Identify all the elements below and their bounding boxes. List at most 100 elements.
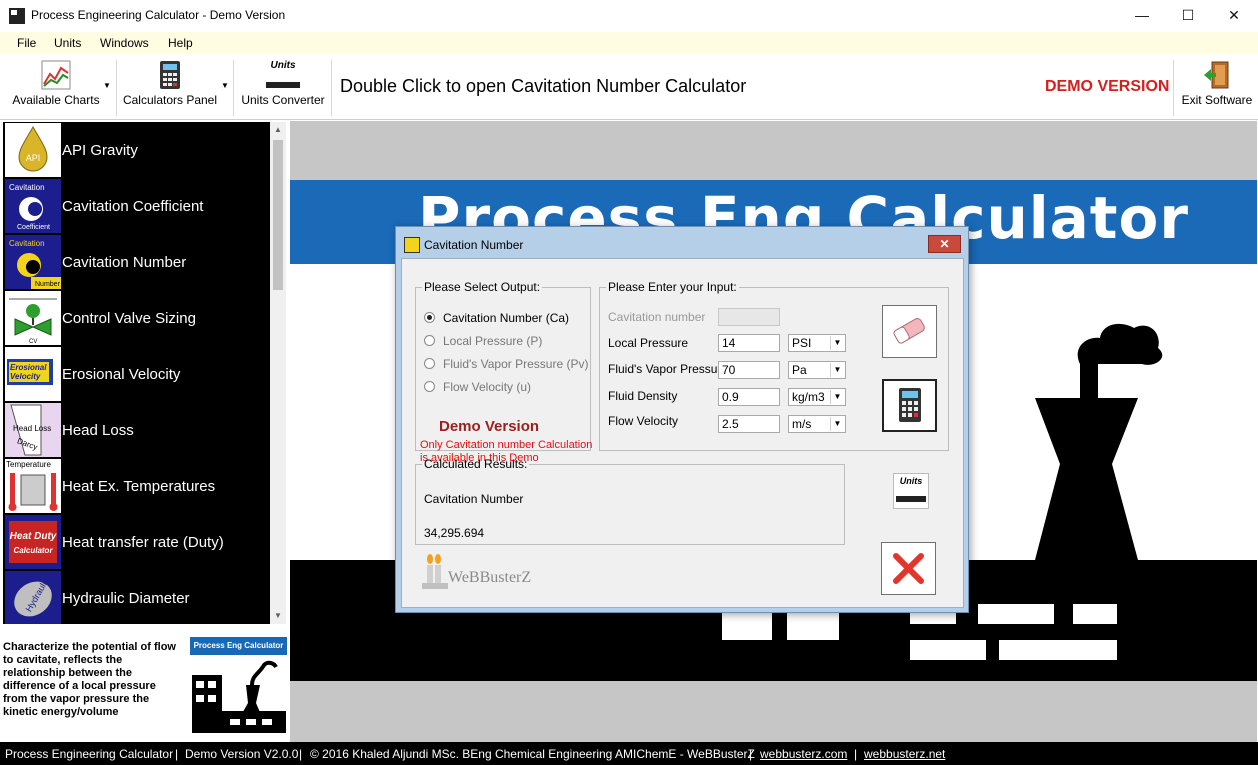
link-webbusterz-com[interactable]: webbusterz.com [760, 747, 847, 761]
menu-units[interactable]: Units [54, 36, 81, 50]
minimize-button[interactable]: — [1119, 0, 1165, 31]
dialog-close-button[interactable]: ✕ [928, 235, 961, 253]
app-icon [9, 8, 25, 24]
api-thumb-text: API [26, 153, 41, 163]
exit-door-icon [1204, 61, 1229, 89]
units-icon: Units [266, 60, 300, 88]
chevron-down-icon[interactable]: ▼ [830, 336, 844, 350]
units-converter-button[interactable]: Units Units Converter [238, 54, 328, 120]
cavitation-number-dialog: Cavitation Number ✕ Please Select Output… [395, 226, 969, 613]
list-item-heat-ex-temperatures[interactable]: Temperature Heat Ex. Temperatures [3, 458, 270, 514]
factory-window [978, 604, 1054, 624]
cavitation-number-icon: Cavitation Number [5, 235, 61, 289]
radio-flow-velocity[interactable]: Flow Velocity (u) [424, 380, 531, 394]
vapor-pressure-unit-select[interactable]: Pa ▼ [788, 361, 846, 379]
status-separator: | [854, 747, 858, 761]
calculator-list[interactable]: API API Gravity Cavitation Coefficient C… [3, 122, 270, 624]
close-dialog-button[interactable] [881, 542, 936, 595]
maximize-button[interactable]: ☐ [1165, 0, 1211, 31]
status-bar: Process Engineering Calculator | Demo Ve… [0, 742, 1258, 765]
menu-windows[interactable]: Windows [100, 36, 149, 50]
list-item-cavitation-number[interactable]: Cavitation Number Cavitation Number [3, 234, 270, 290]
calculator-description: Characterize the potential of flow to ca… [3, 641, 176, 718]
exit-software-button[interactable]: Exit Software [1178, 54, 1256, 120]
list-item-heat-transfer-rate[interactable]: Heat Duty Calculator Heat transfer rate … [3, 514, 270, 570]
thumb-text: Erosional [10, 363, 47, 372]
chevron-down-icon[interactable]: ▼ [830, 417, 844, 431]
scroll-up-icon[interactable]: ▲ [270, 122, 286, 138]
radio-dot[interactable] [424, 312, 435, 323]
scroll-thumb[interactable] [273, 140, 283, 290]
local-pressure-unit-select[interactable]: PSI ▼ [788, 334, 846, 352]
clear-button[interactable] [882, 305, 937, 358]
calculators-panel-button[interactable]: Calculators Panel [120, 54, 220, 120]
chart-icon [41, 60, 71, 90]
brand-text: WeBBusterZ [448, 569, 532, 586]
list-item-label: Erosional Velocity [62, 366, 181, 383]
flow-velocity-field[interactable]: 2.5 [718, 415, 780, 433]
cavitation-number-label: Cavitation number [608, 310, 706, 324]
candles-icon [422, 554, 448, 589]
list-item-erosional-velocity[interactable]: Erosional Velocity Erosional Velocity [3, 346, 270, 402]
list-item-label: Heat Ex. Temperatures [62, 478, 216, 495]
webbusterz-logo: WeBBusterZ [420, 553, 550, 597]
thermometer-icon: Temperature [5, 459, 61, 513]
exit-software-label: Exit Software [1181, 93, 1253, 107]
menu-bar: File Units Windows Help [0, 32, 1258, 54]
head-loss-icon: Head Loss Darcy [5, 403, 61, 457]
list-item-head-loss[interactable]: Head Loss Darcy Head Loss [3, 402, 270, 458]
calculator-icon [160, 61, 180, 89]
vapor-pressure-field[interactable]: 70 [718, 361, 780, 379]
available-charts-button[interactable]: Available Charts [8, 54, 104, 120]
thumb-text-2: Calculator [13, 546, 53, 555]
fluid-density-field[interactable]: 0.9 [718, 388, 780, 406]
calculators-panel-label: Calculators Panel [122, 93, 218, 107]
radio-dot[interactable] [424, 335, 435, 346]
input-group: Please Enter your Input: Cavitation numb… [599, 280, 949, 451]
list-item-hydraulic-diameter[interactable]: Hydraulic Hydraulic Diameter [3, 570, 270, 624]
calculate-button[interactable] [882, 379, 937, 432]
list-item-control-valve-sizing[interactable]: CV Control Valve Sizing [3, 290, 270, 346]
list-item-label: Control Valve Sizing [62, 310, 196, 327]
status-separator: | [749, 747, 753, 761]
list-item-cavitation-coefficient[interactable]: Cavitation Coefficient Cavitation Coeffi… [3, 178, 270, 234]
thumb-text: Head Loss [13, 424, 51, 433]
units-converter-small-button[interactable]: Units [893, 473, 929, 509]
thumb-text-2: Coefficient [17, 224, 50, 231]
chevron-down-icon[interactable]: ▼ [103, 81, 111, 90]
status-copyright: © 2016 Khaled Aljundi MSc. BEng Chemical… [310, 747, 755, 761]
chevron-down-icon[interactable]: ▼ [221, 81, 229, 90]
unit-value: Pa [792, 363, 807, 377]
chevron-down-icon[interactable]: ▼ [830, 363, 844, 377]
available-charts-label: Available Charts [12, 93, 100, 107]
radio-vapor-pressure[interactable]: Fluid's Vapor Pressure (Pv) [424, 357, 588, 371]
close-window-button[interactable]: ✕ [1211, 0, 1257, 31]
units-converter-label: Units Converter [241, 93, 325, 107]
toolbar-separator [1173, 60, 1174, 116]
chevron-down-icon[interactable]: ▼ [830, 390, 844, 404]
local-pressure-field[interactable]: 14 [718, 334, 780, 352]
status-version: Demo Version V2.0.0 [185, 747, 299, 761]
link-webbusterz-net[interactable]: webbusterz.net [864, 747, 945, 761]
toolbar-hint: Double Click to open Cavitation Number C… [340, 76, 747, 96]
factory-window [910, 640, 986, 660]
flow-velocity-unit-select[interactable]: m/s ▼ [788, 415, 846, 433]
fluid-density-unit-select[interactable]: kg/m3 ▼ [788, 388, 846, 406]
menu-file[interactable]: File [17, 36, 36, 50]
list-item-label: Heat transfer rate (Duty) [62, 534, 224, 551]
list-scrollbar[interactable]: ▲ ▼ [270, 122, 286, 624]
scroll-down-icon[interactable]: ▼ [270, 608, 286, 624]
radio-dot[interactable] [424, 381, 435, 392]
thumb-text: Heat Duty [10, 531, 57, 542]
radio-cavitation-number[interactable]: Cavitation Number (Ca) [424, 311, 569, 325]
hydraulic-diameter-icon: Hydraulic [5, 571, 61, 624]
list-item-api-gravity[interactable]: API API Gravity [3, 122, 270, 178]
radio-local-pressure[interactable]: Local Pressure (P) [424, 334, 542, 348]
radio-dot[interactable] [424, 358, 435, 369]
eraser-icon [893, 318, 925, 344]
oil-drop-icon: API [5, 123, 61, 177]
units-icon: Units [899, 476, 923, 486]
red-x-icon [893, 553, 924, 584]
menu-help[interactable]: Help [168, 36, 193, 50]
control-valve-icon: CV [5, 291, 61, 345]
